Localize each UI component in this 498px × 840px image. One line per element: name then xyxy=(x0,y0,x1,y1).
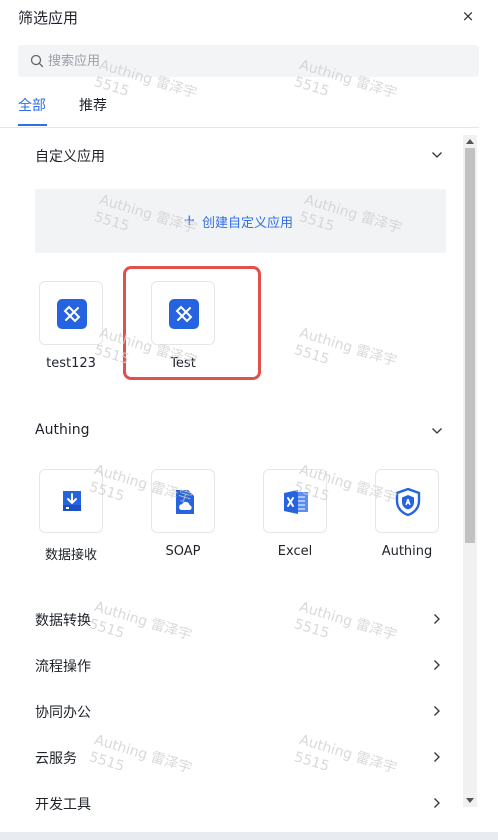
chevron-down-icon xyxy=(432,428,442,434)
category-flow-ops[interactable]: 流程操作 xyxy=(35,654,447,676)
section-label: 自定义应用 xyxy=(35,149,105,165)
tab-recommended[interactable]: 推荐 xyxy=(79,95,107,115)
chevron-right-icon xyxy=(434,660,440,670)
category-collaboration[interactable]: 协同办公 xyxy=(35,700,447,722)
chevron-right-icon xyxy=(434,798,440,808)
chevron-right-icon xyxy=(434,614,440,624)
app-tile xyxy=(263,469,327,533)
category-label: 流程操作 xyxy=(35,659,91,675)
search-icon xyxy=(30,54,44,68)
section-custom-apps[interactable]: 自定义应用 xyxy=(35,144,447,168)
custom-app-icon xyxy=(57,299,87,329)
scrollbar[interactable] xyxy=(463,135,477,807)
chevron-right-icon xyxy=(434,752,440,762)
category-cloud-services[interactable]: 云服务 xyxy=(35,746,447,768)
scroll-down-arrow-icon[interactable] xyxy=(466,798,474,803)
app-tile xyxy=(151,281,215,345)
data-receive-icon xyxy=(63,491,81,511)
category-label: 开发工具 xyxy=(35,797,91,813)
plus-icon: + xyxy=(183,211,196,229)
authing-shield-icon xyxy=(395,487,421,517)
app-tile xyxy=(375,469,439,533)
create-custom-app-button[interactable]: + 创建自定义应用 xyxy=(35,189,446,253)
app-tile xyxy=(39,469,103,533)
category-label: 云服务 xyxy=(35,751,77,767)
dialog-header: 筛选应用 × xyxy=(0,0,498,34)
custom-app-icon xyxy=(169,299,199,329)
search-box[interactable] xyxy=(18,45,479,77)
close-icon[interactable]: × xyxy=(460,6,476,26)
category-dev-tools[interactable]: 开发工具 xyxy=(35,792,447,814)
scrollbar-thumb[interactable] xyxy=(465,148,475,543)
app-name: Authing xyxy=(381,544,433,559)
tab-all[interactable]: 全部 xyxy=(18,95,47,126)
excel-icon xyxy=(284,490,308,514)
scroll-up-arrow-icon[interactable] xyxy=(466,139,474,144)
category-label: 协同办公 xyxy=(35,705,91,721)
app-name: Excel xyxy=(277,544,313,559)
section-authing[interactable]: Authing xyxy=(35,420,447,444)
app-name: test123 xyxy=(46,356,96,371)
tab-bar: 全部 推荐 xyxy=(0,90,479,128)
soap-icon xyxy=(176,490,194,514)
app-name: 数据接收 xyxy=(44,548,97,563)
category-label: 数据转换 xyxy=(35,613,91,629)
category-data-transform[interactable]: 数据转换 xyxy=(35,608,447,630)
dialog-title: 筛选应用 xyxy=(18,9,79,27)
section-label: Authing xyxy=(35,422,90,438)
chevron-down-icon xyxy=(432,152,442,158)
app-name: SOAP xyxy=(165,544,201,559)
bottom-edge xyxy=(0,832,498,840)
create-custom-app-label: 创建自定义应用 xyxy=(202,216,294,231)
search-input[interactable] xyxy=(48,45,468,77)
chevron-right-icon xyxy=(434,706,440,716)
app-name: Test xyxy=(170,356,196,371)
app-tile xyxy=(151,469,215,533)
app-tile xyxy=(39,281,103,345)
